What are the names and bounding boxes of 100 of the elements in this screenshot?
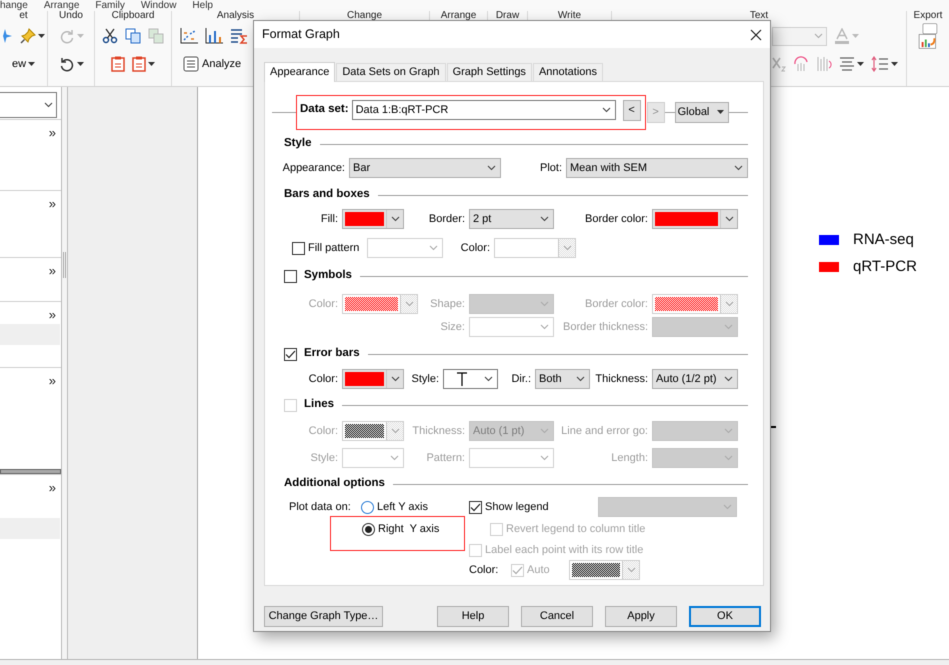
- field-label: Dir.:: [511, 372, 531, 387]
- field-label: Border color:: [585, 212, 648, 227]
- previous-button[interactable]: <: [622, 100, 641, 120]
- chevron-icon: [487, 165, 496, 171]
- dialog-button[interactable]: Cancel: [521, 606, 593, 627]
- analyze-button[interactable]: Analyze: [180, 54, 244, 74]
- field-label: Thickness:: [412, 424, 465, 439]
- splitter[interactable]: [62, 87, 68, 659]
- dialog-button[interactable]: Help: [437, 606, 509, 627]
- scope-button[interactable]: Global: [674, 102, 729, 122]
- checkbox[interactable]: Fill pattern: [292, 240, 360, 256]
- dropdown[interactable]: Data 1:B:qRT-PCR: [352, 100, 616, 120]
- caret-icon[interactable]: [148, 62, 155, 66]
- menu-button[interactable]: ew: [12, 56, 26, 72]
- expand-button[interactable]: »: [48, 264, 56, 277]
- chevron-icon: [390, 455, 399, 461]
- tab[interactable]: Annotations: [532, 63, 604, 81]
- chevron-icon: [540, 324, 549, 330]
- chevron-icon: [734, 165, 743, 171]
- color-dropdown[interactable]: [342, 209, 404, 229]
- dialog-button[interactable]: Change Graph Type…: [264, 606, 383, 627]
- tab[interactable]: Data Sets on Graph: [336, 63, 446, 81]
- bar-chart-icon[interactable]: [205, 28, 223, 44]
- chevron-icon: [576, 376, 585, 382]
- line-spacing-icon[interactable]: [871, 56, 889, 72]
- group-label: Draw: [496, 11, 520, 22]
- field-label: Color:: [308, 372, 338, 387]
- scissors-icon[interactable]: [102, 28, 118, 44]
- menu-item[interactable]: hange: [0, 0, 28, 11]
- caret-icon[interactable]: [716, 110, 724, 114]
- check-icon: [285, 350, 296, 358]
- field-label: Color:: [460, 240, 490, 256]
- scatter-chart-icon[interactable]: [180, 28, 198, 44]
- expand-button[interactable]: »: [48, 374, 56, 387]
- group-label: Change: [346, 11, 382, 22]
- section-title: Style: [284, 136, 312, 152]
- error-bar-cap-icon: [457, 372, 467, 386]
- splitter-bar[interactable]: [0, 469, 61, 474]
- group-label: Clipboard: [112, 11, 154, 22]
- clipboard-icon[interactable]: [132, 56, 146, 72]
- checkbox[interactable]: Error bars: [284, 345, 360, 363]
- list-icon: [183, 56, 199, 72]
- field-label: Thickness:: [595, 372, 648, 387]
- dropdown[interactable]: Auto (1/2 pt): [652, 369, 738, 389]
- axis-tick: [771, 426, 776, 428]
- group-label: Undo: [59, 11, 83, 22]
- dropdown[interactable]: Mean with SEM: [566, 158, 748, 178]
- dialog-button[interactable]: OK: [689, 606, 761, 627]
- dropdown[interactable]: 2 pt: [469, 209, 554, 229]
- expand-button[interactable]: »: [48, 481, 56, 494]
- dropdown[interactable]: Bar: [349, 158, 501, 178]
- field-label: Data set:: [300, 102, 349, 118]
- expand-button[interactable]: »: [48, 197, 56, 210]
- group-label: Analysis: [216, 11, 254, 22]
- copy-icon[interactable]: [125, 28, 141, 44]
- tab[interactable]: Appearance: [264, 62, 336, 82]
- section-title: Additional options: [284, 476, 385, 492]
- caret-icon[interactable]: [891, 62, 898, 66]
- expand-button[interactable]: »: [48, 126, 56, 139]
- field-label: Color:: [308, 296, 338, 312]
- expand-button[interactable]: »: [48, 308, 56, 321]
- color-dropdown[interactable]: [652, 209, 738, 229]
- clipboard-icon[interactable]: [111, 56, 125, 72]
- field-label: Size:: [440, 320, 465, 335]
- sparkle-icon[interactable]: [2, 28, 12, 44]
- checkbox[interactable]: Symbols: [284, 267, 352, 285]
- dropdown[interactable]: Both: [535, 369, 590, 389]
- tab[interactable]: Graph Settings: [446, 63, 532, 81]
- check-icon: [512, 566, 523, 574]
- chevron-icon: [44, 102, 53, 108]
- checkbox[interactable]: Show legend: [469, 498, 594, 516]
- field-label: Border:: [428, 212, 465, 227]
- menu-item[interactable]: Help: [192, 0, 213, 11]
- field-label: Border color:: [585, 296, 648, 312]
- dropdown[interactable]: [443, 369, 498, 389]
- field-label: Pattern:: [426, 450, 465, 466]
- radio-button[interactable]: Left Y axis: [361, 498, 465, 516]
- radio-button[interactable]: Right Y axis: [362, 521, 440, 538]
- chevron-icon: [540, 216, 549, 222]
- chevron-icon: [404, 301, 414, 307]
- align-icon[interactable]: [839, 56, 855, 72]
- caret-icon[interactable]: [857, 62, 864, 66]
- caret-icon[interactable]: [38, 34, 44, 38]
- field-label: Border thickness:: [563, 320, 648, 335]
- legend-label: RNA-seq: [853, 231, 914, 249]
- undo-icon[interactable]: [58, 56, 74, 72]
- sigma-list-icon[interactable]: [230, 28, 248, 44]
- menu-item[interactable]: Arrange: [44, 0, 80, 11]
- group-label: et: [19, 11, 28, 22]
- window-title: Format Graph: [262, 26, 340, 44]
- close-icon[interactable]: [750, 28, 762, 40]
- field-label: Appearance:: [282, 160, 345, 176]
- menu-item[interactable]: Family: [95, 0, 125, 11]
- dialog-button[interactable]: Apply: [605, 606, 677, 627]
- menu-item[interactable]: Window: [140, 0, 176, 11]
- color-dropdown[interactable]: [342, 369, 404, 389]
- field-label: Plot data on:: [289, 500, 351, 515]
- caret-icon[interactable]: [76, 62, 84, 66]
- caret-icon[interactable]: [28, 62, 36, 66]
- chevron-icon: [724, 301, 734, 307]
